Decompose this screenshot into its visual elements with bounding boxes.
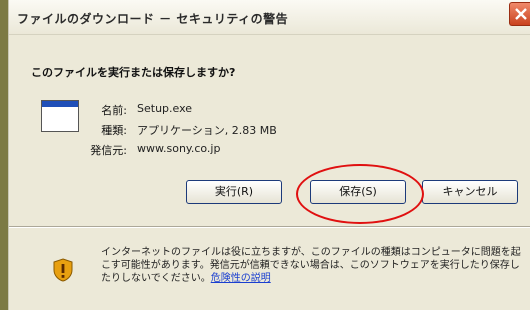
file-source-label: 発信元: xyxy=(90,144,127,157)
file-name-label: 名前: xyxy=(101,104,127,117)
application-file-icon xyxy=(41,100,79,132)
warning-message: インターネットのファイルは役に立ちますが、このファイルの種類はコンピュータに問題… xyxy=(101,247,521,284)
file-source-value: www.sony.co.jp xyxy=(137,142,221,155)
run-button[interactable]: 実行(R) xyxy=(186,180,282,204)
file-type-label: 種類: xyxy=(101,124,127,137)
cancel-button[interactable]: キャンセル xyxy=(422,180,518,204)
file-name-value: Setup.exe xyxy=(137,102,193,115)
warning-shield-icon xyxy=(53,258,73,282)
close-button[interactable] xyxy=(509,2,530,26)
file-download-dialog: ファイルのダウンロード － セキュリティの警告 このファイルを実行または保存しま… xyxy=(8,0,530,310)
security-warning-text: インターネットのファイルは役に立ちますが、このファイルの種類はコンピュータに問題… xyxy=(101,246,523,285)
close-icon xyxy=(515,8,527,20)
save-button[interactable]: 保存(S) xyxy=(310,180,406,204)
file-type-value: アプリケーション, 2.83 MB xyxy=(137,124,277,137)
risk-info-link[interactable]: 危険性の説明 xyxy=(211,273,271,284)
divider xyxy=(9,226,530,228)
title-bar: ファイルのダウンロード － セキュリティの警告 xyxy=(9,0,530,35)
dialog-title: ファイルのダウンロード － セキュリティの警告 xyxy=(17,12,289,26)
dialog-question: このファイルを実行または保存しますか? xyxy=(31,66,236,79)
